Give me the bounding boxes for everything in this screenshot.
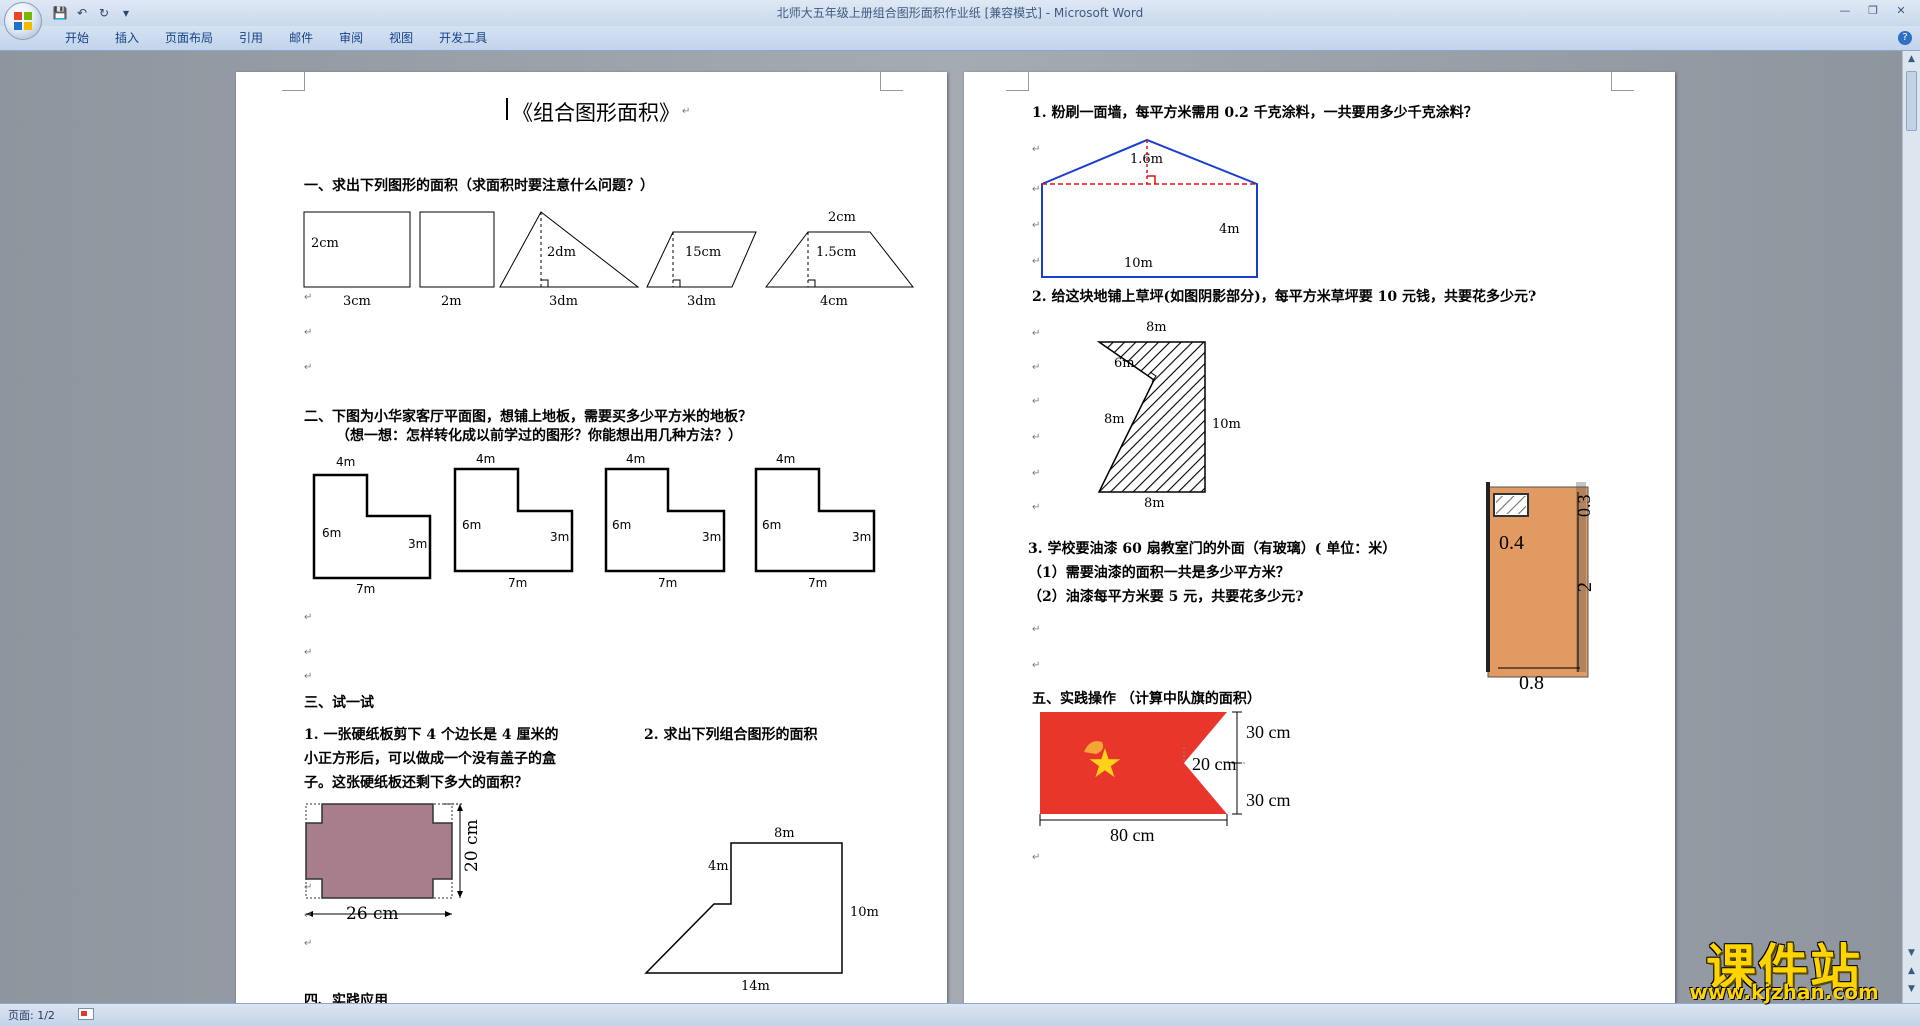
undo-icon[interactable]: ↶	[74, 5, 90, 21]
paragraph-mark: ↵	[304, 910, 313, 921]
shape-left-label: 4m	[708, 859, 729, 874]
question-3a-text: （1）需要油漆的面积一共是多少平方米？	[1028, 565, 1290, 581]
door-width-label: 0.8	[1519, 672, 1544, 694]
question-2-text: 2. 给这块地铺上草坪(如图阴影部分)，每平方米草坪要 10 元钱，共要花多少元…	[1032, 289, 1537, 305]
question-3-text: 3. 学校要油漆 60 扇教室门的外面（有玻璃）( 单位：米）	[1028, 541, 1397, 557]
paragraph-mark: ↵	[1032, 432, 1041, 443]
flag-upper-label: 30 cm	[1246, 722, 1291, 742]
scroll-down-button[interactable]: ▼	[1905, 947, 1918, 960]
title-bar: 北师大五年级上册组合图形面积作业纸 [兼容模式] - Microsoft Wor…	[0, 0, 1920, 26]
shape-top-label: 8m	[774, 826, 795, 841]
door-glass-height-label: 0.3	[1574, 494, 1594, 518]
cardboard-figure	[305, 803, 843, 974]
question-3b-text: （2）油漆每平方米要 5 元，共要花多少元?	[1028, 589, 1304, 605]
window-controls: — ❐ ✕	[1832, 2, 1914, 20]
tab-review[interactable]: 审阅	[326, 26, 376, 50]
composite-shape	[644, 842, 843, 974]
site-watermark: 课件站 www.kjzhan.com	[1668, 928, 1900, 1004]
lawn-left-label: 8m	[1104, 412, 1125, 427]
scroll-up-button[interactable]: ▲	[1905, 53, 1918, 66]
office-logo-icon	[14, 12, 32, 30]
window-title: 北师大五年级上册组合图形面积作业纸 [兼容模式] - Microsoft Wor…	[776, 6, 1144, 20]
tab-insert[interactable]: 插入	[102, 26, 152, 50]
lawn-top-label: 8m	[1146, 320, 1167, 335]
tab-mailings[interactable]: 邮件	[276, 26, 326, 50]
paragraph-mark: ↵	[1032, 256, 1041, 267]
ribbon-tab-bar: 开始 插入 页面布局 引用 邮件 审阅 视图 开发工具 ?	[0, 26, 1920, 51]
flag-lower-label: 30 cm	[1246, 790, 1291, 810]
office-button[interactable]	[4, 2, 42, 40]
paragraph-mark: ↵	[1032, 660, 1041, 671]
redo-icon[interactable]: ↻	[96, 5, 112, 21]
paragraph-mark: ↵	[1032, 184, 1041, 195]
wall-peak-label: 1.6m	[1130, 152, 1164, 167]
lawn-notch-label: 6m	[1114, 356, 1135, 371]
paragraph-mark: ↵	[1032, 144, 1041, 155]
page-count-status[interactable]: 页面: 1/2	[8, 1007, 55, 1023]
cardboard-shape	[305, 803, 453, 899]
document-page-2[interactable]: 1. 粉刷一面墙，每平方米需用 0.2 千克涂料，一共要用多少千克涂料？ 1.6…	[964, 72, 1675, 1012]
paragraph-mark: ↵	[304, 882, 313, 893]
tab-page-layout[interactable]: 页面布局	[152, 26, 226, 50]
lawn-right-label: 10m	[1212, 417, 1241, 432]
paragraph-mark: ↵	[1032, 362, 1041, 373]
wall-bottom-label: 10m	[1124, 256, 1153, 271]
paragraph-mark: ↵	[1032, 468, 1041, 479]
maximize-button[interactable]: ❐	[1860, 2, 1886, 20]
previous-page-button[interactable]: ▲	[1905, 965, 1918, 978]
quick-access-toolbar: 💾 ↶ ↻ ▾	[52, 4, 134, 22]
card-height-label: 20 cm	[462, 819, 482, 872]
status-bar: 页面: 1/2	[0, 1003, 1920, 1026]
flag-notch-label: 20 cm	[1192, 754, 1237, 774]
shape-right-label: 10m	[850, 905, 879, 920]
watermark-url: www.kjzhan.com	[1689, 980, 1879, 1004]
close-button[interactable]: ✕	[1888, 2, 1914, 20]
paragraph-mark: ↵	[1032, 852, 1041, 863]
door-glass-width-label: 0.4	[1499, 532, 1524, 554]
paragraph-mark: ↵	[1032, 396, 1041, 407]
paragraph-mark: ↵	[1032, 328, 1041, 339]
tab-references[interactable]: 引用	[226, 26, 276, 50]
tab-home[interactable]: 开始	[52, 26, 102, 50]
flag-star-icon: ★	[1087, 741, 1123, 787]
next-page-button[interactable]: ▼	[1905, 983, 1918, 996]
customize-qat-icon[interactable]: ▾	[118, 5, 134, 21]
save-icon[interactable]: 💾	[52, 5, 68, 21]
wall-side-label: 4m	[1219, 222, 1240, 237]
paragraph-mark: ↵	[1032, 220, 1041, 231]
paragraph-mark: ↵	[304, 938, 313, 949]
flag-width-label: 80 cm	[1110, 825, 1155, 845]
tab-developer[interactable]: 开发工具	[426, 26, 500, 50]
shape-bottom-label: 14m	[741, 979, 770, 994]
document-page-1[interactable]: 《组合图形面积》 ↵ 一、求出下列图形的面积（求面积时要注意什么问题？） 2cm…	[236, 72, 947, 1012]
vertical-scrollbar[interactable]: ▲ ▼ ▲ ▼	[1902, 51, 1920, 1003]
minimize-button[interactable]: —	[1832, 2, 1858, 20]
proofing-status-icon[interactable]	[78, 1008, 94, 1020]
scrollbar-thumb[interactable]	[1906, 71, 1917, 131]
tab-view[interactable]: 视图	[376, 26, 426, 50]
paragraph-mark: ↵	[1032, 502, 1041, 513]
help-icon[interactable]: ?	[1898, 31, 1912, 45]
door-height-label: 2	[1574, 582, 1596, 592]
paragraph-mark: ↵	[1032, 624, 1041, 635]
card-width-label: 26 cm	[346, 904, 399, 924]
lawn-bottom-label: 8m	[1144, 496, 1165, 511]
section-5-heading: 五、实践操作 （计算中队旗的面积）	[1032, 691, 1261, 707]
